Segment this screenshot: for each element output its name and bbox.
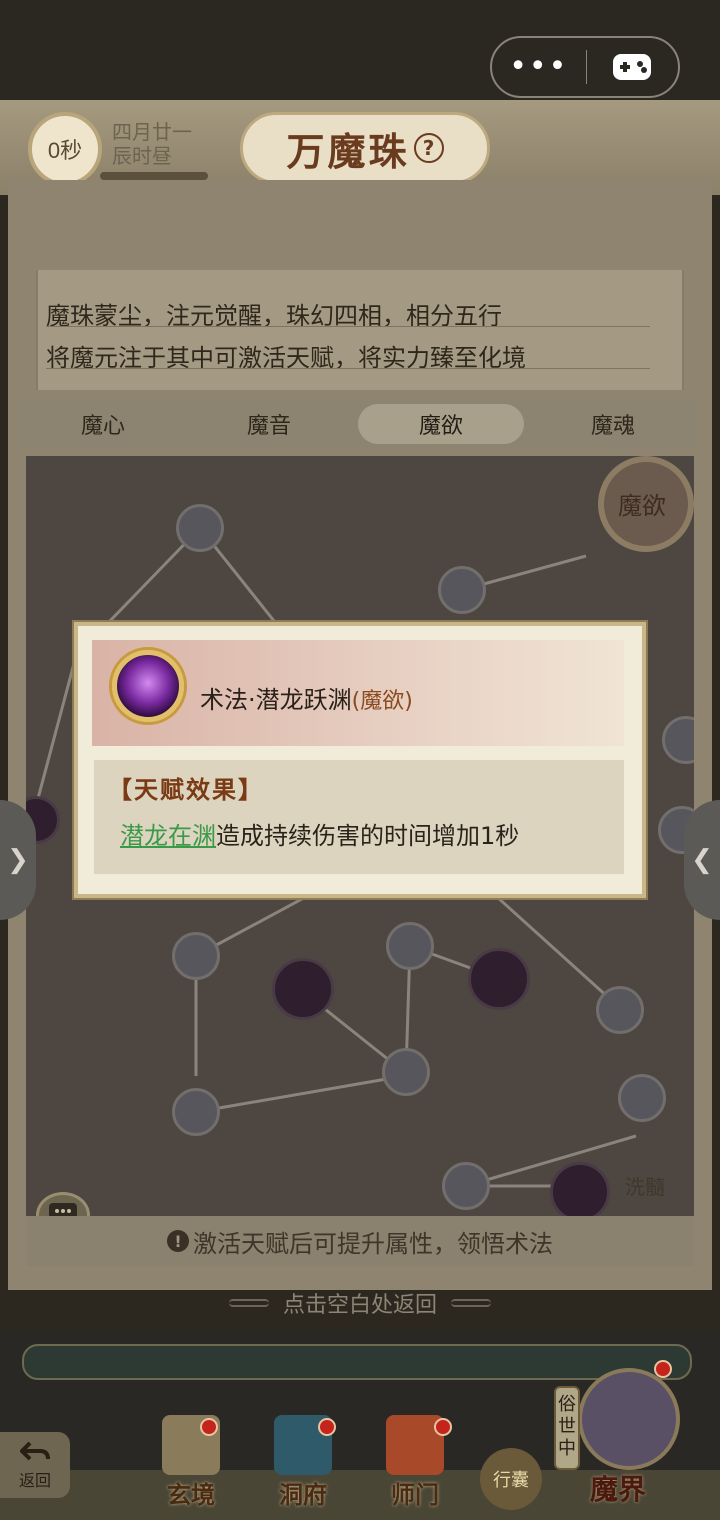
effect-text: 潜龙在渊造成持续伤害的时间增加1秒: [120, 816, 519, 851]
date-line-2: 辰时昼: [112, 144, 172, 168]
timer-text: 0秒: [47, 138, 83, 163]
title-plate: 万魔珠 ?: [240, 112, 490, 184]
xisui-label: 洗髓: [625, 1175, 665, 1199]
talent-node[interactable]: [442, 1162, 490, 1210]
nav-label: 洞府: [279, 1480, 327, 1509]
talent-node[interactable]: [468, 948, 530, 1010]
effect-title: 【天赋效果】: [108, 775, 264, 804]
mini-program-capsule: •••: [490, 36, 680, 98]
skill-name: 术法·潜龙跃渊: [200, 686, 352, 714]
chevron-right-icon: ❮: [691, 845, 713, 875]
nav-label: 玄境: [167, 1480, 215, 1509]
ornament-right: [451, 1299, 491, 1307]
talent-node[interactable]: [618, 1074, 666, 1122]
tab-mohun[interactable]: 魔魂: [530, 400, 696, 448]
notification-dot: [654, 1360, 672, 1378]
skill-icon: [112, 650, 184, 722]
badge-label: 魔欲: [618, 492, 666, 520]
prev-page-button[interactable]: ❯: [0, 800, 36, 920]
talent-node[interactable]: [176, 504, 224, 552]
mojie-label: 魔界: [590, 1473, 647, 1506]
tab-moyu[interactable]: 魔欲: [358, 404, 524, 444]
talent-node[interactable]: [386, 922, 434, 970]
talent-node[interactable]: [550, 1162, 610, 1216]
mojie-vertical-label: 俗世中: [554, 1386, 580, 1470]
nav-label: 行囊: [493, 1470, 529, 1491]
skill-title: 术法·潜龙跃渊(魔欲): [200, 680, 413, 715]
talent-node[interactable]: [596, 986, 644, 1034]
gamepad-icon[interactable]: [587, 50, 679, 84]
help-button[interactable]: ?: [413, 133, 444, 163]
more-options-button[interactable]: •••: [492, 36, 586, 98]
divider: [46, 326, 650, 327]
date-line-1: 四月廿一: [112, 120, 192, 144]
divider: [46, 368, 650, 369]
mojie-portrait: [578, 1368, 680, 1470]
talent-node[interactable]: [172, 1088, 220, 1136]
game-date: 四月廿一 辰时昼: [112, 120, 212, 168]
timer-badge: 0秒: [28, 112, 102, 186]
bag-icon: 行囊: [480, 1448, 542, 1510]
back-button[interactable]: 返回: [0, 1432, 70, 1498]
return-hint: 点击空白处返回: [0, 1288, 720, 1318]
page-title: 万魔珠: [286, 128, 410, 174]
xisui-button[interactable]: 洗髓: [610, 1134, 680, 1200]
warning-icon: !: [167, 1230, 189, 1252]
next-page-button[interactable]: ❮: [684, 800, 720, 920]
return-hint-text: 点击空白处返回: [282, 1293, 437, 1318]
tab-moxin[interactable]: 魔心: [20, 400, 186, 448]
ornament-left: [228, 1299, 269, 1307]
tab-moyin[interactable]: 魔音: [186, 400, 352, 448]
nav-label: 师门: [391, 1480, 439, 1509]
notification-dot: [200, 1418, 218, 1436]
talent-node[interactable]: [272, 958, 334, 1020]
tab-bar: 魔心 魔音 魔欲 魔魂: [20, 400, 696, 448]
notification-dot: [318, 1418, 336, 1436]
nav-mojie[interactable]: 俗世中 魔界: [552, 1360, 682, 1506]
skill-tag: (魔欲): [351, 689, 413, 714]
talent-node[interactable]: [172, 932, 220, 980]
moyu-badge: 魔欲: [572, 456, 694, 556]
hint-text: 激活天赋后可提升属性，领悟术法: [193, 1229, 553, 1258]
hint-bar: ! 激活天赋后可提升属性，领悟术法: [26, 1216, 694, 1266]
talent-node[interactable]: [382, 1048, 430, 1096]
notification-dot: [434, 1418, 452, 1436]
talent-node[interactable]: [438, 566, 486, 614]
timer-bar: [100, 172, 208, 180]
nav-xingnang[interactable]: 行囊: [466, 1410, 556, 1510]
back-arrow-icon: [19, 1439, 50, 1467]
effect-skill-link[interactable]: 潜龙在渊: [120, 822, 216, 850]
nav-xuanjing[interactable]: 玄境: [146, 1410, 236, 1510]
back-label: 返回: [18, 1471, 51, 1490]
chevron-left-icon: ❯: [7, 845, 29, 875]
effect-description: 造成持续伤害的时间增加1秒: [216, 822, 520, 850]
